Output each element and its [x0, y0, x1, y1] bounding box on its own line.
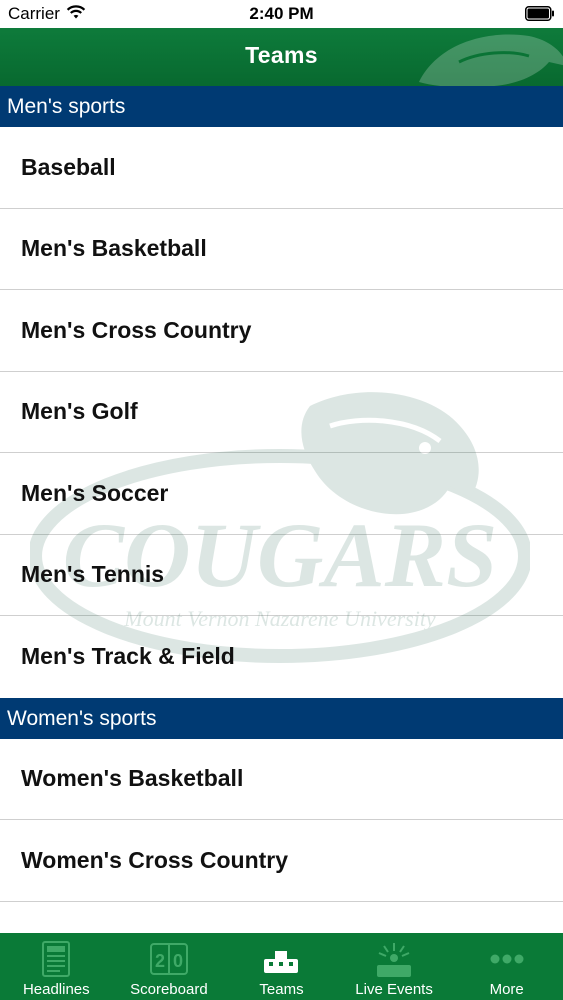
tab-label: Teams — [259, 981, 304, 998]
team-row-mens-cross-country[interactable]: Men's Cross Country — [0, 290, 563, 372]
team-label: Men's Golf — [21, 398, 138, 425]
team-row-womens-basketball[interactable]: Women's Basketball — [0, 739, 563, 820]
team-label: Men's Cross Country — [21, 316, 252, 343]
team-row-mens-golf[interactable]: Men's Golf — [0, 372, 563, 453]
team-label: Men's Track & Field — [21, 643, 235, 670]
svg-text:0: 0 — [173, 951, 183, 971]
team-label: Men's Soccer — [21, 479, 169, 506]
team-row-mens-soccer[interactable]: Men's Soccer — [0, 453, 563, 535]
team-row-mens-basketball[interactable]: Men's Basketball — [0, 209, 563, 290]
tab-label: Scoreboard — [130, 981, 208, 998]
page-title: Teams — [245, 42, 318, 68]
team-row-mens-tennis[interactable]: Men's Tennis — [0, 535, 563, 616]
status-bar: Carrier 2:40 PM — [0, 0, 563, 28]
tab-more[interactable]: More — [450, 933, 563, 1000]
team-label: Men's Tennis — [21, 561, 165, 588]
headlines-icon — [42, 941, 71, 977]
teams-list[interactable]: COUGARS Mount Vernon Nazarene University… — [0, 86, 563, 933]
scoreboard-icon: 2 0 — [149, 943, 188, 975]
teams-icon — [264, 951, 299, 973]
tab-teams[interactable]: Teams — [225, 933, 338, 1000]
status-time: 2:40 PM — [249, 4, 314, 23]
team-label: Men's Basketball — [21, 235, 207, 262]
tab-bar: Headlines 2 0 Scoreboard Teams Live Even… — [0, 933, 563, 1000]
tab-label: Live Events — [355, 981, 433, 998]
team-row-baseball[interactable]: Baseball — [0, 127, 563, 209]
section-header-mens: Men's sports — [0, 86, 563, 127]
tab-scoreboard[interactable]: 2 0 Scoreboard — [113, 933, 226, 1000]
nav-bar: Teams — [0, 28, 563, 86]
team-row-womens-cross-country[interactable]: Women's Cross Country — [0, 820, 563, 902]
tab-label: More — [489, 981, 524, 998]
team-label: Women's Basketball — [21, 765, 244, 792]
battery-icon — [525, 6, 554, 21]
tab-live-events[interactable]: Live Events — [338, 933, 451, 1000]
team-label: Baseball — [21, 153, 116, 180]
live-events-icon — [377, 943, 412, 977]
tab-headlines[interactable]: Headlines — [0, 933, 113, 1000]
tab-label: Headlines — [22, 981, 90, 998]
more-icon — [490, 954, 524, 964]
svg-text:2: 2 — [155, 951, 165, 971]
team-row-partial[interactable] — [0, 902, 563, 934]
team-row-mens-track-field[interactable]: Men's Track & Field — [0, 616, 563, 698]
team-label: Women's Cross Country — [21, 846, 289, 873]
teams-list-content: COUGARS Mount Vernon Nazarene University… — [0, 86, 563, 933]
section-header-womens: Women's sports — [0, 697, 563, 739]
